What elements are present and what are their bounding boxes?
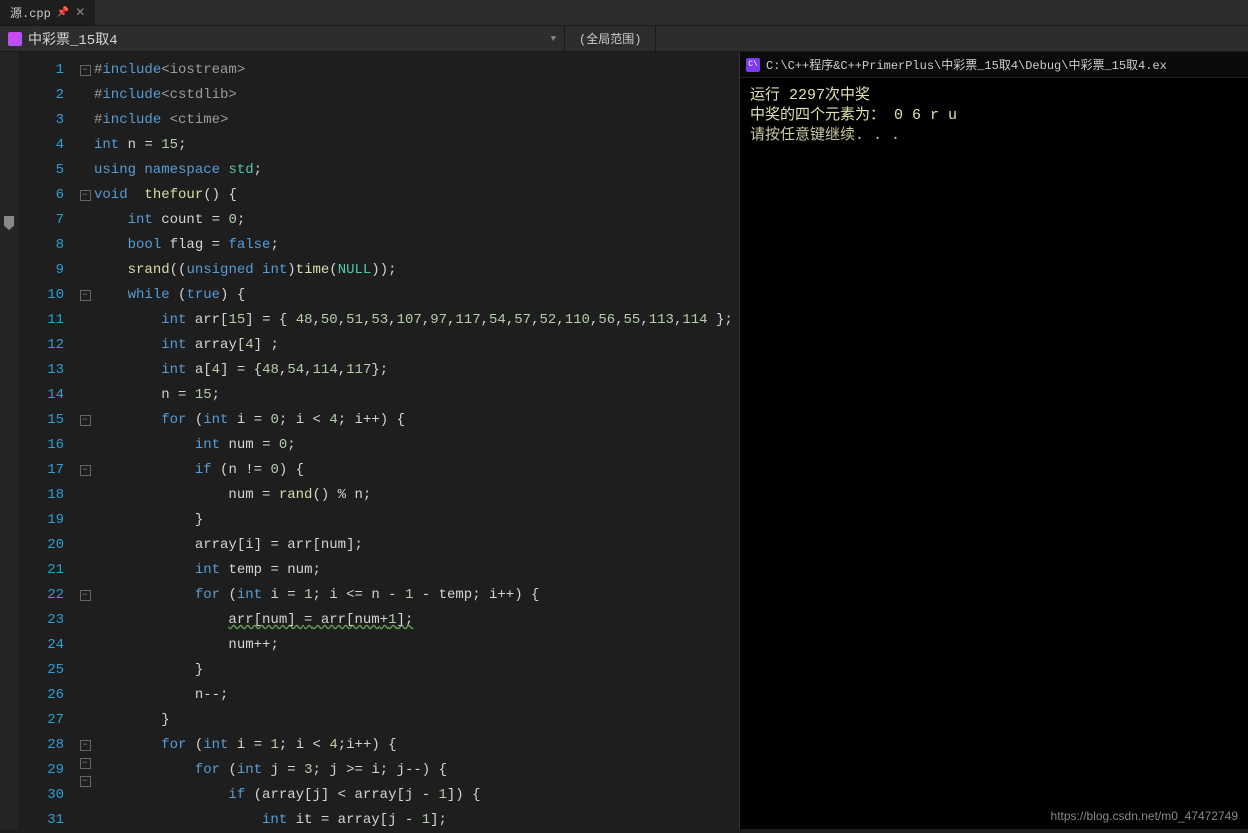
bookmark-gutter[interactable] <box>0 52 18 829</box>
tab-bar: 源.cpp 📌 ✕ <box>0 0 1248 26</box>
code-line[interactable]: num++; <box>94 633 739 658</box>
console-line: 运行 2297次中奖 <box>750 86 1238 106</box>
console-line: 请按任意键继续. . . <box>750 126 1238 146</box>
code-line[interactable]: #include<cstdlib> <box>94 83 739 108</box>
line-number: 20 <box>18 533 64 558</box>
line-number: 11 <box>18 308 64 333</box>
fold-toggle[interactable]: − <box>80 290 91 301</box>
line-number: 4 <box>18 133 64 158</box>
code-line[interactable]: int n = 15; <box>94 133 739 158</box>
line-number: 23 <box>18 608 64 633</box>
line-number: 25 <box>18 658 64 683</box>
line-number: 31 <box>18 808 64 833</box>
line-number: 9 <box>18 258 64 283</box>
code-line[interactable]: n = 15; <box>94 383 739 408</box>
file-tab[interactable]: 源.cpp 📌 ✕ <box>0 0 95 25</box>
line-number: 30 <box>18 783 64 808</box>
code-line[interactable]: int arr[15] = { 48,50,51,53,107,97,117,5… <box>94 308 739 333</box>
line-number: 3 <box>18 108 64 133</box>
line-number: 18 <box>18 483 64 508</box>
code-line[interactable]: int array[4] ; <box>94 333 739 358</box>
line-number: 21 <box>18 558 64 583</box>
code-line[interactable]: void thefour() { <box>94 183 739 208</box>
editor-pane: 1234567891011121314151617181920212223242… <box>0 52 740 829</box>
line-number-gutter: 1234567891011121314151617181920212223242… <box>18 52 76 829</box>
fold-toggle[interactable]: − <box>80 758 91 769</box>
code-line[interactable]: while (true) { <box>94 283 739 308</box>
fold-toggle[interactable]: − <box>80 776 91 787</box>
code-line[interactable]: for (int i = 0; i < 4; i++) { <box>94 408 739 433</box>
line-number: 6 <box>18 183 64 208</box>
code-line[interactable]: for (int i = 1; i < 4;i++) { <box>94 733 739 758</box>
toolbar: 中彩票_15取4 ▼ (全局范围) <box>0 26 1248 52</box>
line-number: 10 <box>18 283 64 308</box>
code-line[interactable]: using namespace std; <box>94 158 739 183</box>
code-line[interactable]: arr[num] = arr[num+1]; <box>94 608 739 633</box>
line-number: 5 <box>18 158 64 183</box>
code-line[interactable]: if (n != 0) { <box>94 458 739 483</box>
line-number: 16 <box>18 433 64 458</box>
console-pane: C\ C:\C++程序&C++PrimerPlus\中彩票_15取4\Debug… <box>740 52 1248 829</box>
code-line[interactable]: #include<iostream> <box>94 58 739 83</box>
code-line[interactable]: int temp = num; <box>94 558 739 583</box>
line-number: 8 <box>18 233 64 258</box>
line-number: 27 <box>18 708 64 733</box>
line-number: 24 <box>18 633 64 658</box>
fold-toggle[interactable]: − <box>80 590 91 601</box>
code-line[interactable]: num = rand() % n; <box>94 483 739 508</box>
line-number: 7 <box>18 208 64 233</box>
fold-toggle[interactable]: − <box>80 190 91 201</box>
fold-gutter: − − − − − − − − − <box>76 52 94 829</box>
fold-toggle[interactable]: − <box>80 740 91 751</box>
code-line[interactable]: n--; <box>94 683 739 708</box>
console-body[interactable]: 运行 2297次中奖 中奖的四个元素为： 0 6 r u 请按任意键继续. . … <box>740 78 1248 154</box>
code-line[interactable]: bool flag = false; <box>94 233 739 258</box>
code-line[interactable]: } <box>94 508 739 533</box>
code-line[interactable]: array[i] = arr[num]; <box>94 533 739 558</box>
code-line[interactable]: } <box>94 658 739 683</box>
code-line[interactable]: for (int i = 1; i <= n - 1 - temp; i++) … <box>94 583 739 608</box>
code-line[interactable]: int num = 0; <box>94 433 739 458</box>
line-number: 15 <box>18 408 64 433</box>
line-number: 14 <box>18 383 64 408</box>
bookmark-icon[interactable] <box>4 216 14 230</box>
code-line[interactable]: #include <ctime> <box>94 108 739 133</box>
pin-icon[interactable]: 📌 <box>57 7 69 19</box>
close-icon[interactable]: ✕ <box>75 5 85 20</box>
code-line[interactable]: } <box>94 708 739 733</box>
fold-toggle[interactable]: − <box>80 465 91 476</box>
line-number: 22 <box>18 583 64 608</box>
line-number: 13 <box>18 358 64 383</box>
code-line[interactable]: for (int j = 3; j >= i; j--) { <box>94 758 739 783</box>
project-icon <box>8 32 22 46</box>
code-line[interactable]: int count = 0; <box>94 208 739 233</box>
project-name: 中彩票_15取4 <box>28 29 118 49</box>
line-number: 1 <box>18 58 64 83</box>
code-line[interactable]: srand((unsigned int)time(NULL)); <box>94 258 739 283</box>
line-number: 2 <box>18 83 64 108</box>
line-number: 28 <box>18 733 64 758</box>
scope-dropdown[interactable]: (全局范围) <box>565 26 656 51</box>
line-number: 29 <box>18 758 64 783</box>
watermark: https://blog.csdn.net/m0_47472749 <box>1051 809 1238 823</box>
console-title-text: C:\C++程序&C++PrimerPlus\中彩票_15取4\Debug\中彩… <box>766 56 1167 73</box>
scope-label: (全局范围) <box>579 30 641 47</box>
chevron-down-icon: ▼ <box>551 34 556 44</box>
fold-toggle[interactable]: − <box>80 415 91 426</box>
line-number: 17 <box>18 458 64 483</box>
console-app-icon: C\ <box>746 58 760 72</box>
tab-label: 源.cpp <box>10 4 51 21</box>
project-dropdown[interactable]: 中彩票_15取4 ▼ <box>0 26 565 51</box>
line-number: 12 <box>18 333 64 358</box>
console-titlebar[interactable]: C\ C:\C++程序&C++PrimerPlus\中彩票_15取4\Debug… <box>740 52 1248 78</box>
code-line[interactable]: int a[4] = {48,54,114,117}; <box>94 358 739 383</box>
line-number: 26 <box>18 683 64 708</box>
fold-toggle[interactable]: − <box>80 65 91 76</box>
console-line: 中奖的四个元素为： 0 6 r u <box>750 106 1238 126</box>
code-line[interactable]: if (array[j] < array[j - 1]) { <box>94 783 739 808</box>
code-line[interactable]: int it = array[j - 1]; <box>94 808 739 833</box>
main-area: 1234567891011121314151617181920212223242… <box>0 52 1248 829</box>
code-area[interactable]: #include<iostream>#include<cstdlib>#incl… <box>94 52 739 829</box>
line-number: 19 <box>18 508 64 533</box>
